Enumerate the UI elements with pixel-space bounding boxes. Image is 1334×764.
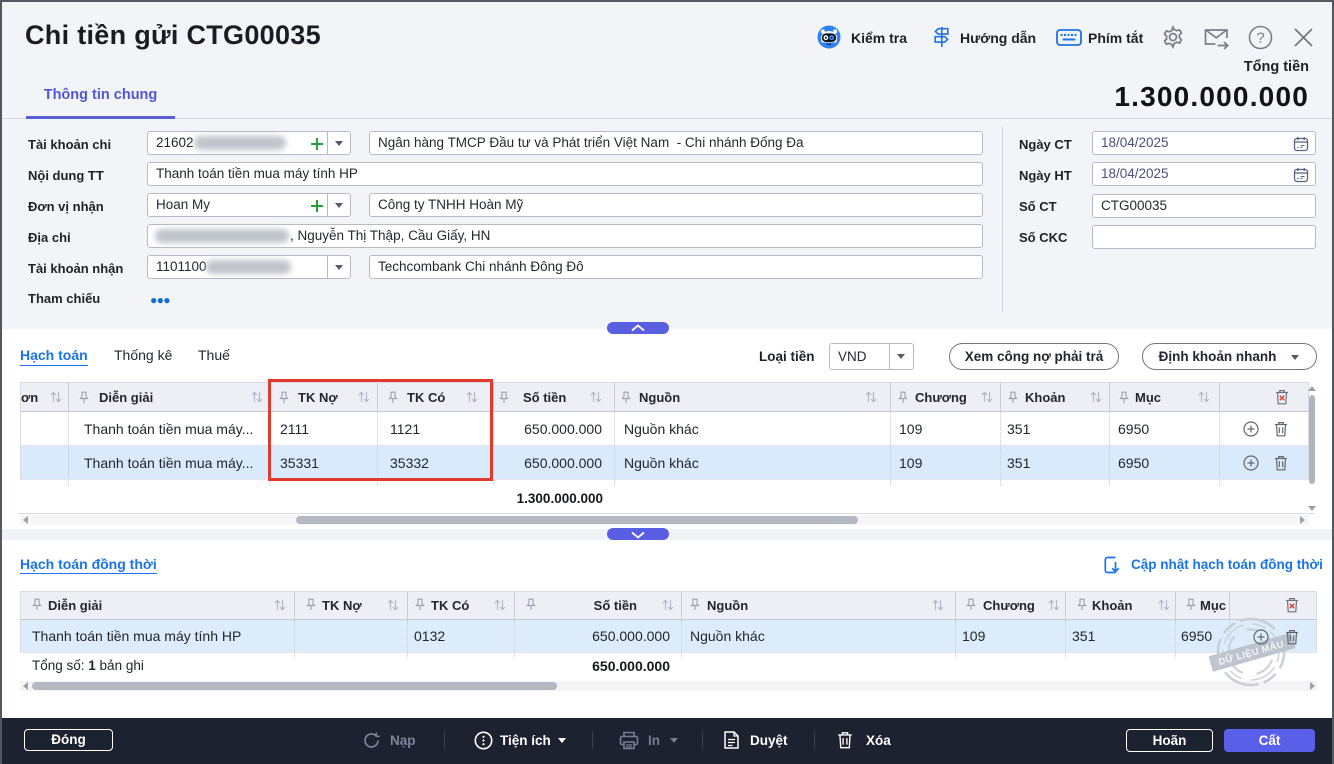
svg-text:?: ?	[1256, 30, 1264, 47]
